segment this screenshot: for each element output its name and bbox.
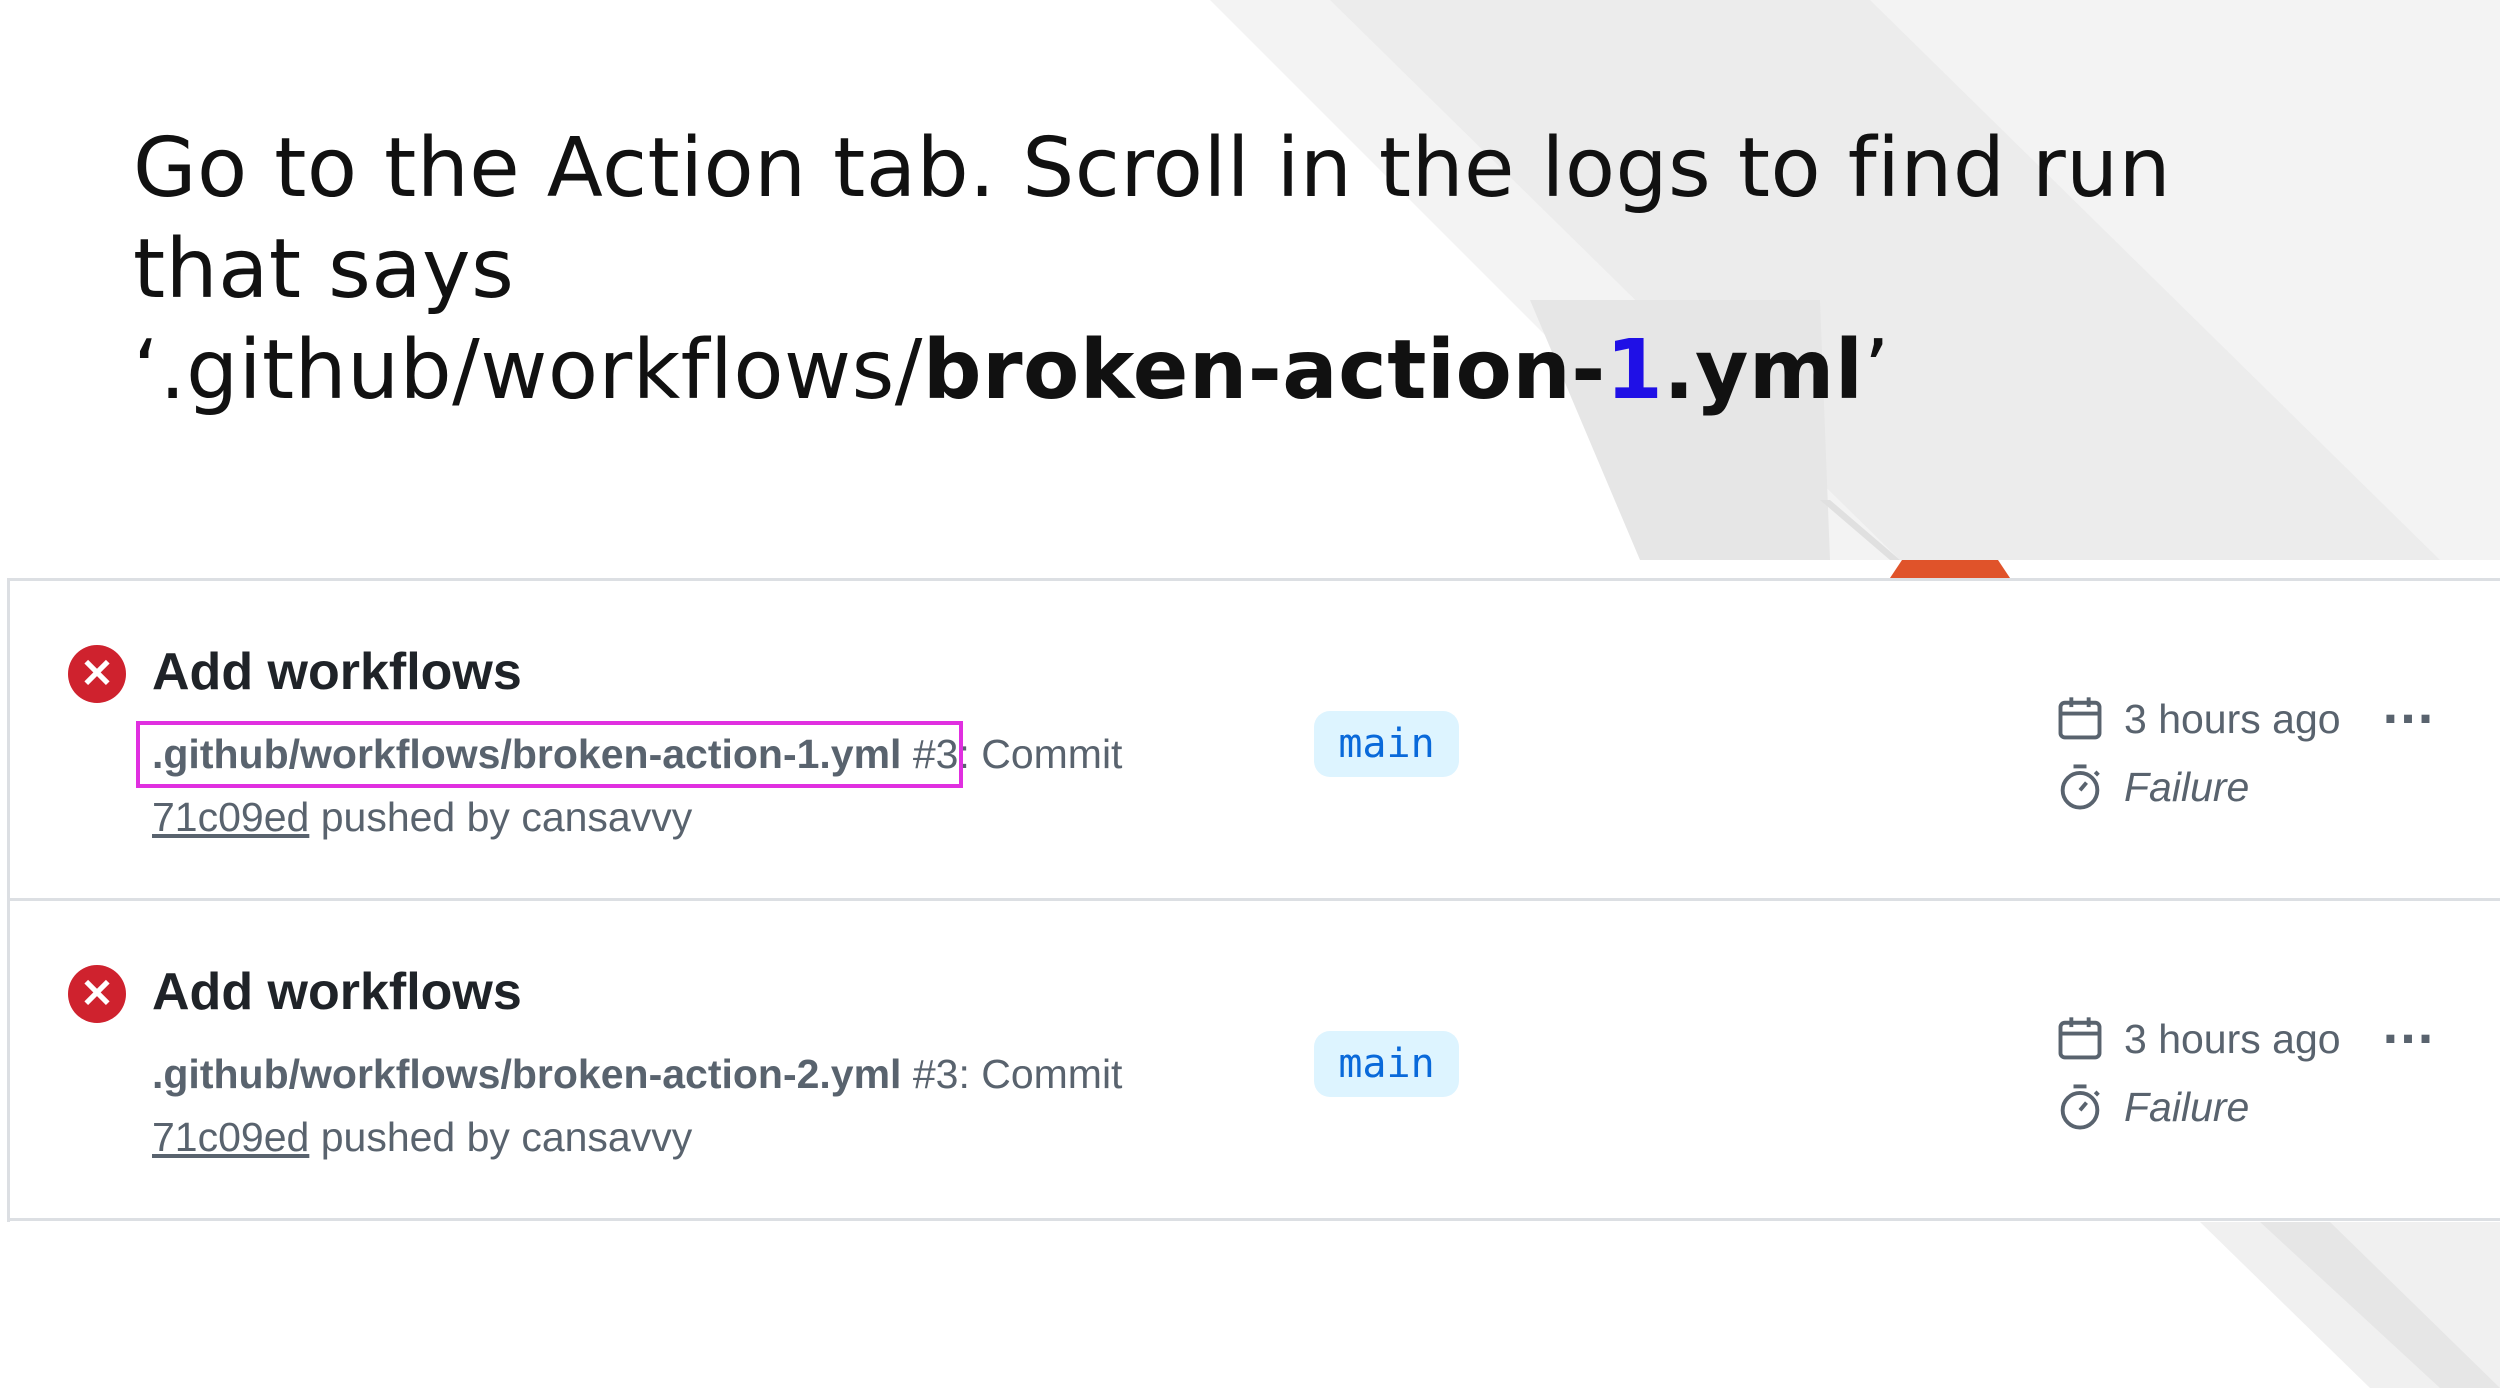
kebab-horizontal-icon[interactable]: ... (2374, 676, 2444, 739)
workflow-runs-list: ✕ Add workflows .github/workflows/broken… (7, 578, 2500, 1222)
run-meta: .github/workflows/broken-action-2.yml #3… (152, 1049, 1122, 1099)
workflow-run-row[interactable]: ✕ Add workflows .github/workflows/broken… (10, 901, 2500, 1221)
calendar-icon (2058, 1017, 2102, 1060)
run-status: Failure (2054, 1077, 2249, 1137)
headline-filename-ext: .yml (1663, 323, 1864, 418)
workflow-run-row[interactable]: ✕ Add workflows .github/workflows/broken… (10, 581, 2500, 901)
headline-path-prefix: .github/workflows/ (159, 323, 923, 418)
branch-badge[interactable]: main (1314, 1031, 1459, 1097)
headline-line-3: ‘.github/workflows/broken-action-1.yml’ (133, 320, 2333, 421)
stopwatch-icon (2060, 1084, 2100, 1130)
orange-accent-tab (1890, 560, 2010, 578)
run-time-text: 3 hours ago (2124, 1015, 2341, 1062)
headline-line-2: that says (133, 222, 515, 317)
run-commit-info: 71c09ed pushed by cansavvy (152, 1112, 692, 1162)
x-circle-icon: ✕ (68, 965, 126, 1023)
headline-close-quote: ’ (1863, 323, 1891, 418)
calendar-icon (2058, 697, 2102, 740)
run-status-text: Failure (2124, 763, 2250, 810)
run-title-link[interactable]: Add workflows (152, 641, 522, 703)
highlight-box (136, 721, 963, 788)
workflow-file-name: .github/workflows/broken-action-2.yml (152, 1051, 902, 1097)
commit-sha-link[interactable]: 71c09ed (152, 1114, 309, 1160)
x-circle-icon: ✕ (68, 645, 126, 703)
kebab-horizontal-icon[interactable]: ... (2374, 996, 2444, 1059)
stopwatch-icon (2060, 764, 2100, 810)
headline-filename-number: 1 (1605, 323, 1664, 418)
pushed-by-text: pushed by cansavvy (309, 794, 693, 840)
run-title-link[interactable]: Add workflows (152, 961, 522, 1023)
run-time-text: 3 hours ago (2124, 695, 2341, 742)
run-number-event: #3: Commit (901, 1051, 1123, 1097)
run-commit-info: 71c09ed pushed by cansavvy (152, 792, 692, 842)
pushed-by-text: pushed by cansavvy (309, 1114, 693, 1160)
instruction-headline: Go to the Action tab. Scroll in the logs… (133, 118, 2333, 421)
headline-line-1: Go to the Action tab. Scroll in the logs… (133, 121, 2172, 216)
branch-badge[interactable]: main (1314, 711, 1459, 777)
run-time: 3 hours ago (2054, 1009, 2341, 1069)
run-time: 3 hours ago (2054, 689, 2341, 749)
headline-filename-bold: broken-action- (922, 323, 1606, 418)
run-status-text: Failure (2124, 1083, 2250, 1130)
run-status: Failure (2054, 757, 2249, 817)
headline-open-quote: ‘ (133, 323, 160, 418)
commit-sha-link[interactable]: 71c09ed (152, 794, 309, 840)
